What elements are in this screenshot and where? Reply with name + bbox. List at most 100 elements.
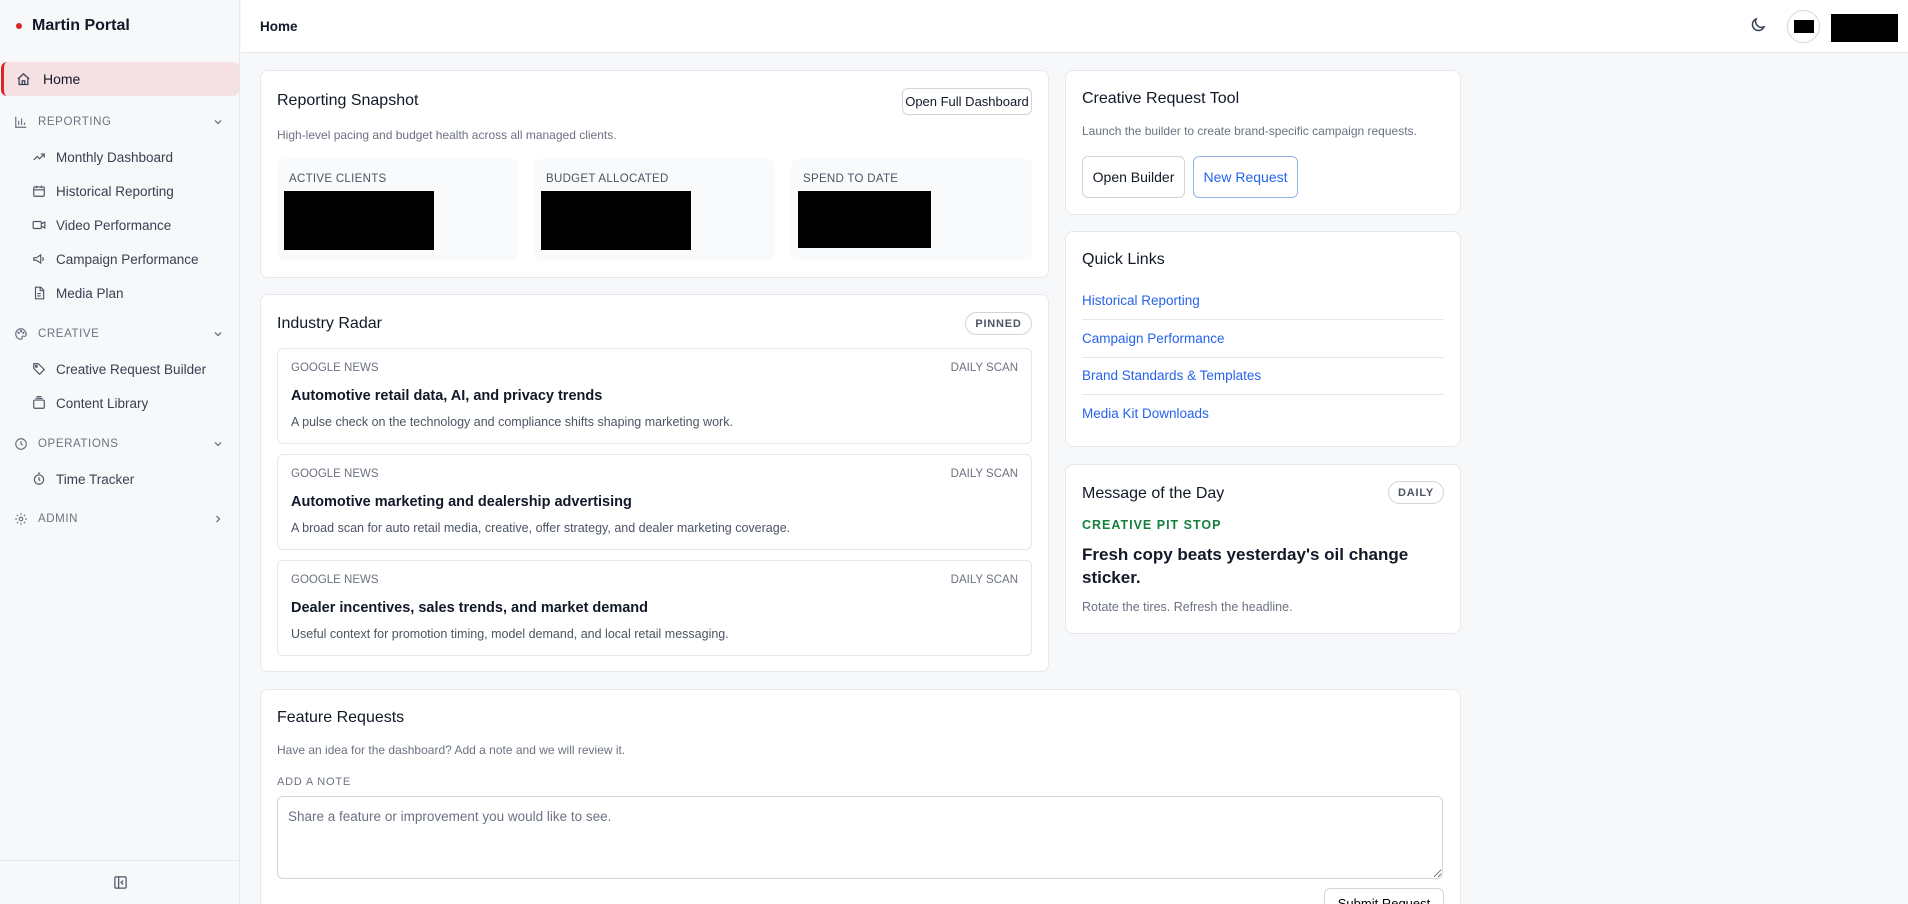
sidebar-item-label: Historical Reporting bbox=[56, 183, 174, 199]
sidebar-item-monthly-dashboard[interactable]: Monthly Dashboard bbox=[0, 142, 240, 172]
calendar-icon bbox=[33, 185, 45, 197]
sidebar-section-label: CREATIVE bbox=[38, 328, 100, 340]
sidebar-item-label: Monthly Dashboard bbox=[56, 149, 174, 165]
feature-note-input[interactable] bbox=[277, 796, 1443, 879]
note-label: ADD A NOTE bbox=[277, 776, 352, 788]
sidebar-item-media-plan[interactable]: Media Plan bbox=[0, 278, 240, 308]
news-item[interactable]: GOOGLE NEWS DAILY SCAN Dealer incentives… bbox=[277, 560, 1032, 656]
card-title: Creative Request Tool bbox=[1082, 90, 1240, 107]
app-title: Martin Portal bbox=[32, 17, 130, 34]
sidebar-item-video-performance[interactable]: Video Performance bbox=[0, 210, 240, 240]
sidebar-item-label: Media Plan bbox=[56, 285, 124, 301]
open-builder-button[interactable]: Open Builder bbox=[1082, 156, 1185, 198]
sidebar-section-label: REPORTING bbox=[38, 116, 112, 128]
stat-budget-allocated: BUDGET ALLOCATED bbox=[534, 159, 775, 260]
card-subtitle: Have an idea for the dashboard? Add a no… bbox=[277, 743, 626, 757]
motd-headline: Fresh copy beats yesterday's oil change … bbox=[1082, 545, 1409, 587]
stat-label: ACTIVE CLIENTS bbox=[289, 173, 387, 185]
stat-label: SPEND TO DATE bbox=[803, 173, 899, 185]
tag-icon bbox=[33, 363, 46, 376]
brand[interactable]: Martin Portal bbox=[0, 0, 239, 52]
sidebar-item-label: Creative Request Builder bbox=[56, 361, 207, 377]
news-description: Useful context for promotion timing, mod… bbox=[291, 627, 729, 641]
quick-link-media-kit[interactable]: Media Kit Downloads bbox=[1082, 394, 1444, 432]
chevron-down-icon bbox=[214, 120, 222, 125]
moon-icon[interactable] bbox=[1749, 16, 1767, 34]
sidebar-section-label: ADMIN bbox=[38, 513, 79, 525]
card-title: Feature Requests bbox=[277, 709, 405, 726]
card-subtitle: Launch the builder to create brand-speci… bbox=[1082, 124, 1417, 138]
library-icon bbox=[33, 396, 45, 409]
timer-icon bbox=[33, 472, 45, 485]
document-icon bbox=[34, 286, 45, 300]
sidebar-item-home[interactable]: Home bbox=[1, 62, 239, 96]
new-request-button[interactable]: New Request bbox=[1193, 156, 1298, 198]
sidebar-item-creative-request-builder[interactable]: Creative Request Builder bbox=[0, 354, 240, 384]
user-name-redaction[interactable] bbox=[1831, 14, 1898, 42]
open-full-dashboard-button[interactable]: Open Full Dashboard bbox=[902, 88, 1032, 115]
news-frequency: DAILY SCAN bbox=[950, 362, 1018, 374]
card-subtitle: High-level pacing and budget health acro… bbox=[277, 128, 617, 142]
submit-request-button[interactable]: Submit Request bbox=[1324, 888, 1444, 904]
sidebar-collapse-button[interactable] bbox=[0, 860, 240, 904]
sidebar-section-reporting[interactable]: REPORTING bbox=[0, 108, 240, 136]
quick-link-campaign-performance[interactable]: Campaign Performance bbox=[1082, 320, 1444, 358]
quick-link-brand-standards[interactable]: Brand Standards & Templates bbox=[1082, 357, 1444, 395]
sidebar-item-label: Home bbox=[43, 71, 81, 87]
news-title: Dealer incentives, sales trends, and mar… bbox=[291, 600, 649, 616]
card-title: Industry Radar bbox=[277, 315, 382, 332]
news-title: Automotive marketing and dealership adve… bbox=[291, 494, 632, 510]
bar-chart-icon bbox=[15, 116, 27, 128]
news-source: GOOGLE NEWS bbox=[291, 468, 379, 480]
clock-icon bbox=[15, 438, 27, 450]
stat-value-redaction bbox=[798, 191, 931, 248]
brand-dot-icon bbox=[16, 23, 22, 29]
sidebar-item-campaign-performance[interactable]: Campaign Performance bbox=[0, 244, 240, 274]
news-item[interactable]: GOOGLE NEWS DAILY SCAN Automotive retail… bbox=[277, 348, 1032, 444]
sidebar-item-historical-reporting[interactable]: Historical Reporting bbox=[0, 176, 240, 206]
motd-body: Rotate the tires. Refresh the headline. bbox=[1082, 600, 1293, 614]
sidebar-item-content-library[interactable]: Content Library bbox=[0, 388, 240, 418]
news-description: A pulse check on the technology and comp… bbox=[291, 415, 733, 429]
news-title: Automotive retail data, AI, and privacy … bbox=[291, 388, 603, 404]
video-icon bbox=[32, 220, 46, 230]
topbar: Home bbox=[241, 0, 1908, 53]
home-icon bbox=[17, 72, 30, 85]
breadcrumb[interactable]: Home bbox=[260, 19, 298, 34]
news-description: A broad scan for auto retail media, crea… bbox=[291, 521, 791, 535]
motd-kicker: CREATIVE PIT STOP bbox=[1082, 518, 1222, 532]
megaphone-icon bbox=[33, 253, 44, 265]
sidebar-item-time-tracker[interactable]: Time Tracker bbox=[0, 464, 240, 494]
news-frequency: DAILY SCAN bbox=[950, 574, 1018, 586]
trending-up-icon bbox=[33, 153, 45, 161]
stat-value-redaction bbox=[541, 191, 691, 250]
card-title: Quick Links bbox=[1082, 251, 1165, 268]
avatar-redaction bbox=[1793, 20, 1814, 33]
sidebar-item-label: Video Performance bbox=[56, 217, 172, 233]
stat-label: BUDGET ALLOCATED bbox=[546, 173, 669, 185]
gear-icon bbox=[15, 513, 27, 525]
sidebar-section-creative[interactable]: CREATIVE bbox=[0, 320, 240, 348]
daily-badge: DAILY bbox=[1388, 481, 1444, 504]
news-source: GOOGLE NEWS bbox=[291, 362, 379, 374]
sidebar: Martin Portal Home REPORTING Monthly Das… bbox=[0, 0, 240, 904]
avatar[interactable] bbox=[1787, 10, 1820, 43]
chevron-right-icon bbox=[216, 515, 221, 523]
sidebar-section-label: OPERATIONS bbox=[38, 438, 119, 450]
palette-icon bbox=[15, 328, 27, 340]
chevron-down-icon bbox=[214, 442, 222, 447]
pinned-badge: PINNED bbox=[965, 312, 1032, 335]
panel-collapse-icon bbox=[113, 876, 127, 889]
sidebar-item-label: Campaign Performance bbox=[56, 251, 199, 267]
stat-value-redaction bbox=[284, 191, 434, 250]
sidebar-section-admin[interactable]: ADMIN bbox=[0, 505, 240, 533]
sidebar-item-label: Time Tracker bbox=[56, 471, 135, 487]
sidebar-section-operations[interactable]: OPERATIONS bbox=[0, 430, 240, 458]
sidebar-item-label: Content Library bbox=[56, 395, 149, 411]
quick-link-historical-reporting[interactable]: Historical Reporting bbox=[1082, 282, 1444, 320]
news-frequency: DAILY SCAN bbox=[950, 468, 1018, 480]
card-title: Message of the Day bbox=[1082, 485, 1225, 502]
stat-active-clients: ACTIVE CLIENTS bbox=[277, 159, 518, 260]
stat-spend-to-date: SPEND TO DATE bbox=[791, 159, 1032, 260]
news-item[interactable]: GOOGLE NEWS DAILY SCAN Automotive market… bbox=[277, 454, 1032, 550]
